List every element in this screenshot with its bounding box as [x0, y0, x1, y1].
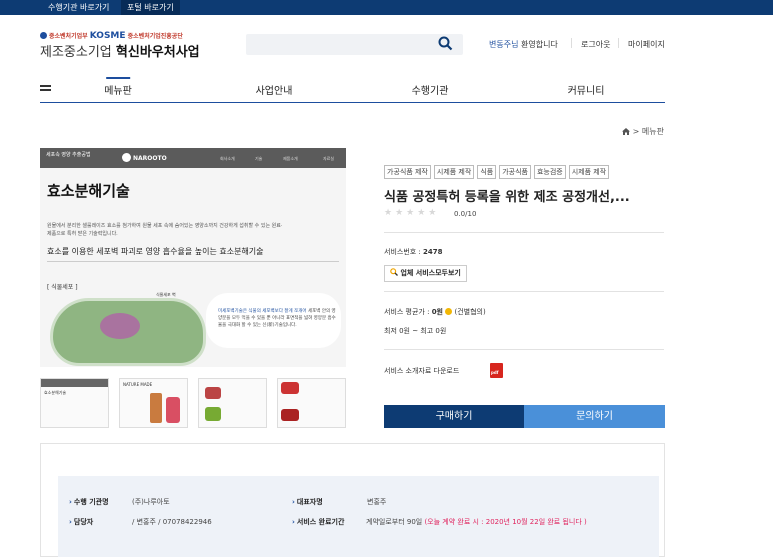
cell-nucleus-illustration [100, 313, 140, 339]
search-icon[interactable] [438, 36, 453, 51]
service-number: 서비스번호 : 2478 [384, 248, 443, 256]
product-photo-image [205, 387, 221, 399]
breadcrumb-current[interactable]: 메뉴판 [642, 127, 664, 136]
brand-logo-icon [122, 153, 131, 162]
divider [571, 38, 572, 48]
thumbnail-caption: NATURE MADE [123, 382, 153, 387]
nav-item-community[interactable]: 커뮤니티 [568, 82, 605, 97]
top-utility-bar: 수행기관 바로가기 포털 바로가기 [0, 0, 773, 15]
image-nav-text: 자료실 [323, 156, 335, 161]
thumbnail-1[interactable]: 효소분해기술 [40, 378, 109, 428]
inquiry-button[interactable]: 문의하기 [524, 405, 665, 428]
nav-item-business[interactable]: 사업안내 [256, 82, 293, 97]
thumbnail-header [41, 379, 108, 387]
thumbnail-3[interactable] [198, 378, 267, 428]
category-tag[interactable]: 가공식품 제작 [384, 165, 431, 179]
image-subtitle: 효소를 이용한 세포벽 파괴로 영양 흡수율을 높이는 효소분해기술 [47, 247, 264, 256]
manager-value: / 변홍주 / 07078422946 [132, 518, 212, 526]
product-photo-image [281, 382, 299, 394]
mypage-link[interactable]: 마이페이지 [628, 39, 665, 50]
buy-button[interactable]: 구매하기 [384, 405, 524, 428]
search-icon [390, 268, 398, 276]
product-title: 식품 공정특허 등록을 위한 제조 공정개선,... [384, 190, 630, 205]
company-services-button[interactable]: 업체 서비스모두보기 [384, 265, 467, 282]
nav-item-menu[interactable]: 메뉴판 [104, 77, 132, 97]
price-range: 최저 0원 ~ 최고 0원 [384, 327, 447, 335]
divider [384, 232, 664, 233]
completion-period-label: 서비스 완료기간 [292, 517, 345, 527]
thumbnail-caption: 효소분해기술 [44, 390, 67, 395]
image-band-title: 세포속 영양 추출공법 [46, 152, 91, 158]
product-main-image[interactable]: 세포속 영양 추출공법 NAROOTO 회사소개 기술 제품소개 자료실 효소분… [40, 148, 346, 367]
representative-label: 대표자명 [292, 497, 323, 507]
rating-score: 0.0/10 [454, 210, 477, 218]
user-greeting: 변동주님 환영합니다 [489, 40, 558, 49]
ministry-emblem-icon [40, 32, 47, 39]
coin-icon [445, 308, 453, 315]
product-bottle-image [150, 393, 162, 423]
image-tag: [ 식물세포 ] [47, 284, 78, 291]
logout-link[interactable]: 로그아웃 [581, 39, 610, 50]
divider [384, 349, 664, 350]
product-jar-image [166, 397, 180, 423]
completion-period-value: 계약일로부터 90일 (오늘 계약 완료 시 : 2020년 10월 22일 완… [366, 518, 587, 526]
thumbnail-2[interactable]: NATURE MADE [119, 378, 188, 428]
category-tag[interactable]: 시제품 제작 [568, 165, 610, 179]
home-icon[interactable] [622, 128, 631, 135]
site-logo[interactable]: 제조중소기업 혁신바우처사업 [40, 41, 200, 60]
divider [618, 38, 619, 48]
category-tags: 가공식품 제작 시제품 제작 식품 가공식품 효능검증 시제품 제작 [384, 165, 612, 179]
hamburger-menu-icon[interactable] [40, 85, 51, 91]
rating-stars-icon: ★★★★★ [384, 208, 440, 218]
main-navigation: 메뉴판 사업안내 수행기관 커뮤니티 [40, 74, 665, 103]
manager-label: 담당자 [69, 517, 93, 527]
completion-date-note: (오늘 계약 완료 시 : 2020년 10월 22일 완료 됩니다 ) [424, 518, 587, 526]
search-input[interactable] [246, 34, 463, 55]
representative-value: 변홍주 [367, 498, 387, 506]
download-label: 서비스 소개자료 다운로드 [384, 367, 460, 375]
average-price: 서비스 평균가 : 0원 (건별협의) [384, 308, 486, 316]
org-shortcut-link[interactable]: 수행기관 바로가기 [42, 0, 115, 15]
org-name-value: (주)나루아토 [132, 498, 170, 506]
portal-shortcut-link[interactable]: 포털 바로가기 [121, 0, 180, 15]
category-tag[interactable]: 효능검증 [533, 165, 566, 179]
pdf-download-icon[interactable] [490, 363, 503, 378]
cell-note: 식물세포 벽 [156, 292, 176, 297]
category-tag[interactable]: 식품 [477, 165, 497, 179]
image-nav-text: 제품소개 [283, 156, 298, 161]
product-photo-image [281, 409, 299, 421]
kosme-logo: KOSME [89, 31, 126, 41]
breadcrumb: > 메뉴판 [622, 126, 664, 137]
ministry-logo[interactable]: 중소벤처기업부 KOSME 중소벤처기업진흥공단 [40, 31, 183, 41]
nav-item-organizations[interactable]: 수행기관 [412, 82, 449, 97]
image-brand: NAROOTO [122, 153, 167, 162]
category-tag[interactable]: 시제품 제작 [433, 165, 475, 179]
bubble-text: 미세포벽기술은 식물의 세포벽보다 잘게 쪼개어 세포벽 안의 영양분을 모두 … [218, 309, 336, 328]
breadcrumb-separator: > [632, 127, 640, 136]
user-name: 변동주님 [489, 40, 519, 49]
divider [384, 291, 664, 292]
thumbnail-4[interactable] [277, 378, 346, 428]
image-nav-text: 회사소개 [220, 156, 235, 161]
product-photo-image [205, 407, 221, 421]
org-name-label: 수행 기관명 [69, 497, 109, 507]
image-nav-text: 기술 [255, 156, 263, 161]
image-title: 효소분해기술 [47, 182, 130, 200]
image-divider [47, 261, 339, 262]
image-description: 원물에서 분리한 셀룰레이즈 효소를 첨가하여 원물 세포 속에 숨어있는 영양… [47, 223, 283, 237]
category-tag[interactable]: 가공식품 [499, 165, 531, 179]
